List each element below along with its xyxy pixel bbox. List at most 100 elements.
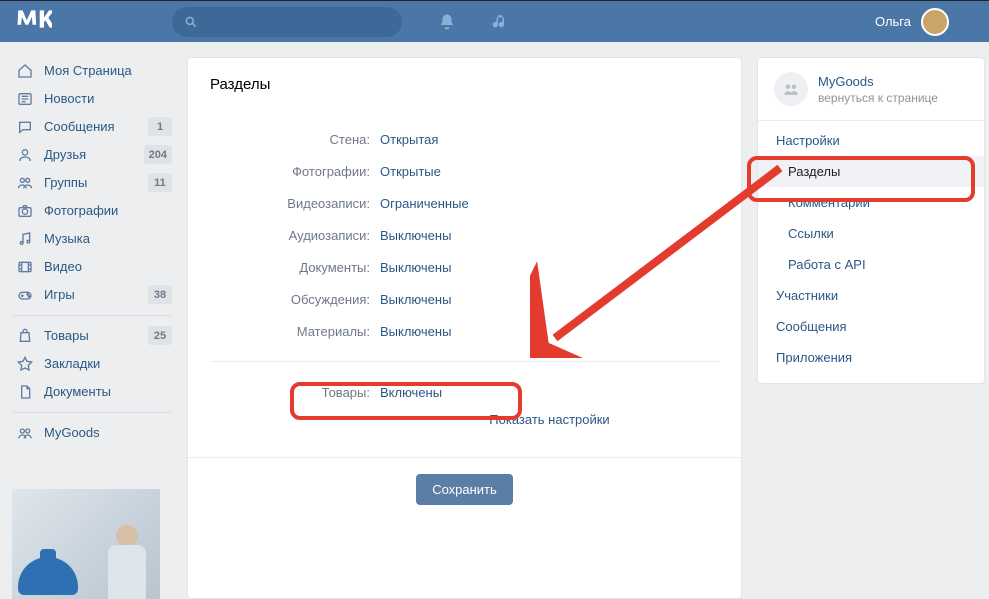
group-name: MyGoods <box>818 74 938 89</box>
nav-label: Новости <box>44 91 94 107</box>
nav-bookmarks[interactable]: Закладки <box>12 350 172 378</box>
nav-label: Видео <box>44 259 82 275</box>
nav-messages[interactable]: Сообщения 1 <box>12 113 172 141</box>
user-menu[interactable]: Ольга <box>875 8 977 36</box>
music-note-icon <box>16 231 34 247</box>
news-icon <box>16 91 34 107</box>
camera-icon <box>16 203 34 219</box>
save-button[interactable]: Сохранить <box>416 474 513 505</box>
nav-docs[interactable]: Документы <box>12 378 172 406</box>
nav-separator <box>12 412 172 413</box>
row-value[interactable]: Выключены <box>380 228 451 243</box>
nav-badge: 11 <box>148 173 172 192</box>
row-audio: Аудиозаписи: Выключены <box>188 219 741 251</box>
row-value[interactable]: Открытые <box>380 164 441 179</box>
row-label: Товары: <box>210 385 380 400</box>
video-icon <box>16 259 34 275</box>
doc-icon <box>16 384 34 400</box>
nav-label: Группы <box>44 175 87 191</box>
vk-logo[interactable] <box>12 9 164 35</box>
row-material: Материалы: Выключены <box>188 315 741 347</box>
row-docs: Документы: Выключены <box>188 251 741 283</box>
nav-label: Сообщения <box>44 119 115 135</box>
avatar <box>921 8 949 36</box>
nav-label: Игры <box>44 287 75 303</box>
row-label: Аудиозаписи: <box>210 228 380 243</box>
nav-label: Музыка <box>44 231 90 247</box>
bag-icon <box>16 328 34 344</box>
group-icon <box>16 425 34 441</box>
row-discuss: Обсуждения: Выключены <box>188 283 741 315</box>
row-label: Обсуждения: <box>210 292 380 307</box>
nav-goods[interactable]: Товары 25 <box>12 322 172 350</box>
side-item-api[interactable]: Работа с API <box>758 249 984 280</box>
nav-games[interactable]: Игры 38 <box>12 281 172 309</box>
side-item-comments[interactable]: Комментарии <box>758 187 984 218</box>
show-settings-link-row: Показать настройки <box>188 408 741 431</box>
nav-label: Фотографии <box>44 203 118 219</box>
games-icon <box>16 287 34 303</box>
nav-badge: 25 <box>148 326 172 345</box>
row-value[interactable]: Открытая <box>380 132 438 147</box>
divider <box>758 120 984 121</box>
nav-photos[interactable]: Фотографии <box>12 197 172 225</box>
nav-news[interactable]: Новости <box>12 85 172 113</box>
nav-mygoods[interactable]: MyGoods <box>12 419 172 447</box>
nav-label: Товары <box>44 328 89 344</box>
row-wall: Стена: Открытая <box>188 123 741 155</box>
notifications-icon[interactable] <box>438 13 456 31</box>
row-label: Материалы: <box>210 324 380 339</box>
show-settings-link[interactable]: Показать настройки <box>489 412 609 427</box>
promo-image <box>12 489 160 599</box>
side-item-messages[interactable]: Сообщения <box>758 311 984 342</box>
topbar: Ольга <box>0 0 989 42</box>
side-item-members[interactable]: Участники <box>758 280 984 311</box>
side-item-settings[interactable]: Настройки <box>758 125 984 156</box>
nav-label: Документы <box>44 384 111 400</box>
side-item-sections[interactable]: Разделы <box>758 156 984 187</box>
nav-badge: 204 <box>144 145 172 164</box>
row-label: Стена: <box>210 132 380 147</box>
card-title: Разделы <box>188 58 741 123</box>
nav-label: Друзья <box>44 147 86 163</box>
row-value[interactable]: Выключены <box>380 324 451 339</box>
row-value[interactable]: Ограниченные <box>380 196 469 211</box>
left-nav: Моя Страница Новости Сообщения 1 Друзья … <box>12 57 172 599</box>
settings-sidebar: MyGoods вернуться к странице Настройки Р… <box>757 57 985 384</box>
divider <box>188 457 741 458</box>
row-label: Видеозаписи: <box>210 196 380 211</box>
groups-icon <box>16 175 34 191</box>
group-avatar-icon <box>774 72 808 106</box>
side-item-links[interactable]: Ссылки <box>758 218 984 249</box>
row-label: Документы: <box>210 260 380 275</box>
side-item-apps[interactable]: Приложения <box>758 342 984 373</box>
row-value[interactable]: Выключены <box>380 260 451 275</box>
nav-video[interactable]: Видео <box>12 253 172 281</box>
sidebar-header[interactable]: MyGoods вернуться к странице <box>758 58 984 116</box>
music-icon[interactable] <box>492 13 510 31</box>
row-label: Фотографии: <box>210 164 380 179</box>
user-name-label: Ольга <box>875 14 911 29</box>
friends-icon <box>16 147 34 163</box>
nav-label: Моя Страница <box>44 63 132 79</box>
sections-card: Разделы Стена: Открытая Фотографии: Откр… <box>187 57 742 599</box>
row-value[interactable]: Выключены <box>380 292 451 307</box>
nav-friends[interactable]: Друзья 204 <box>12 141 172 169</box>
star-icon <box>16 356 34 372</box>
nav-badge: 38 <box>148 285 172 304</box>
search-input[interactable] <box>172 7 402 37</box>
divider <box>210 361 719 362</box>
nav-label: Закладки <box>44 356 100 372</box>
nav-music[interactable]: Музыка <box>12 225 172 253</box>
row-value[interactable]: Включены <box>380 385 442 400</box>
home-icon <box>16 63 34 79</box>
back-to-page-link[interactable]: вернуться к странице <box>818 91 938 105</box>
nav-my-page[interactable]: Моя Страница <box>12 57 172 85</box>
chat-icon <box>16 119 34 135</box>
nav-separator <box>12 315 172 316</box>
nav-groups[interactable]: Группы 11 <box>12 169 172 197</box>
nav-label: MyGoods <box>44 425 100 441</box>
row-goods: Товары: Включены <box>188 376 741 408</box>
row-videos: Видеозаписи: Ограниченные <box>188 187 741 219</box>
nav-badge: 1 <box>148 117 172 136</box>
